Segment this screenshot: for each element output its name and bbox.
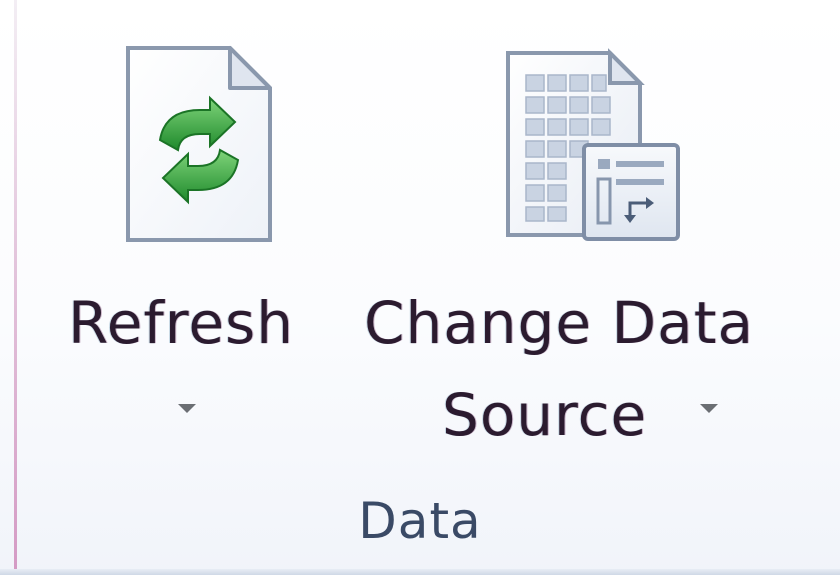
ribbon-group-data: Refresh Change Data Source Data xyxy=(0,0,840,575)
refresh-button[interactable]: Refresh xyxy=(60,0,340,460)
refresh-document-icon xyxy=(120,40,290,250)
change-data-source-label-line2: Source xyxy=(442,381,648,449)
refresh-dropdown-arrow-icon[interactable] xyxy=(178,404,196,413)
group-label: Data xyxy=(358,492,482,550)
group-separator xyxy=(14,0,17,575)
ribbon-bottom-border xyxy=(0,569,840,575)
change-data-source-dropdown-arrow-icon[interactable] xyxy=(700,404,718,413)
change-data-source-icon xyxy=(500,45,690,255)
change-data-source-button[interactable]: Change Data Source xyxy=(350,0,820,460)
refresh-label: Refresh xyxy=(68,289,295,357)
change-data-source-label-line1: Change Data xyxy=(364,289,754,357)
